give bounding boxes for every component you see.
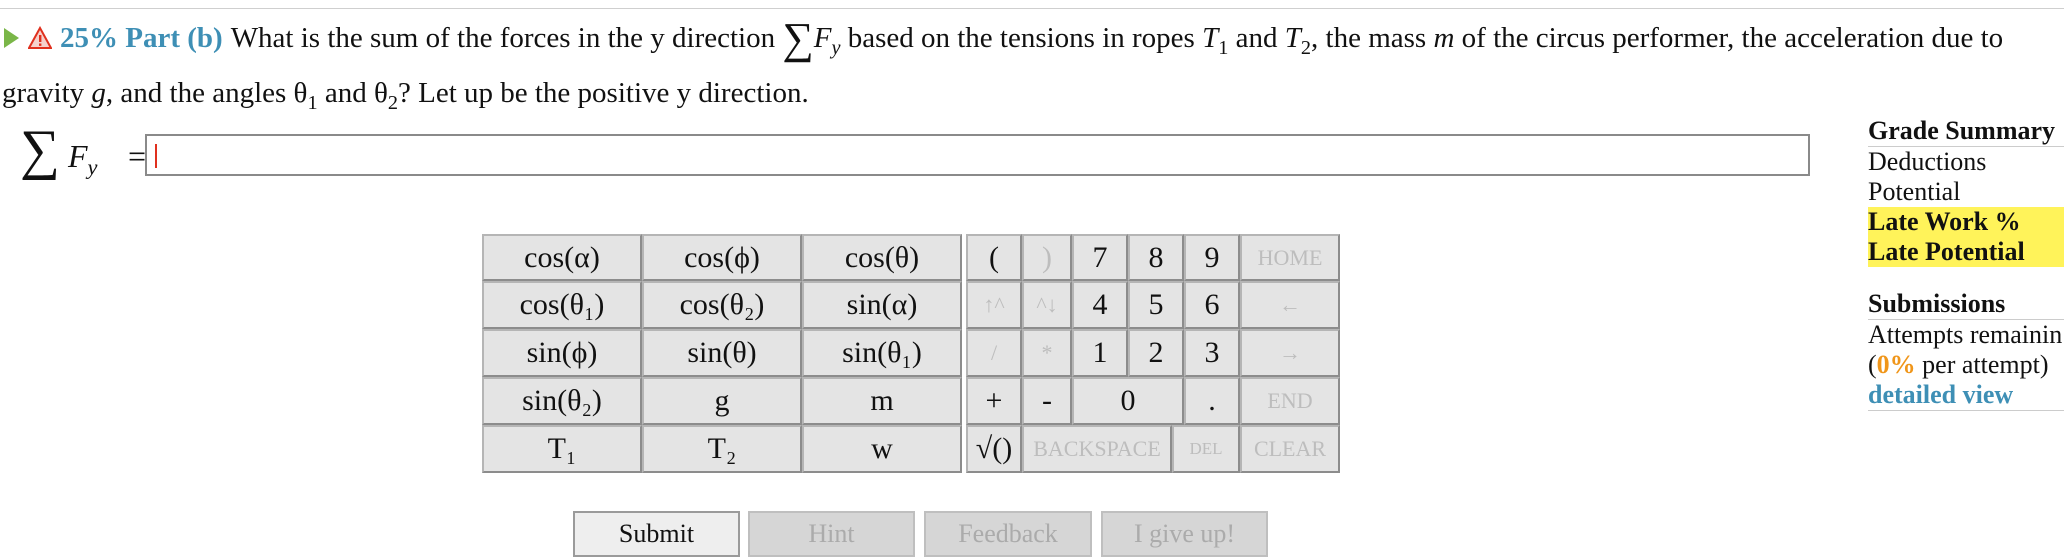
key-g[interactable]: g	[642, 377, 802, 425]
key-sqrt[interactable]: √()	[966, 425, 1022, 473]
key-cos-phi[interactable]: cos(ϕ)	[642, 234, 802, 281]
key-8[interactable]: 8	[1128, 234, 1184, 281]
question-segment: , the mass	[1311, 22, 1427, 54]
detailed-view-link[interactable]: detailed view	[1868, 380, 2064, 411]
key-close-paren[interactable]: )	[1022, 234, 1072, 281]
warning-icon	[27, 19, 53, 64]
key-w[interactable]: w	[802, 425, 962, 473]
key-sin-alpha[interactable]: sin(α)	[802, 281, 962, 329]
fy-label: Fy	[68, 138, 98, 180]
hint-button[interactable]: Hint	[748, 511, 915, 557]
y-subscript: y	[831, 36, 841, 59]
key-4[interactable]: 4	[1072, 281, 1128, 329]
sigma-symbol: ∑	[782, 14, 814, 63]
late-potential-label: Late Potential	[1868, 237, 2064, 267]
subscript: 1	[307, 91, 318, 114]
key-sin-theta1[interactable]: sin(θ₁)	[802, 329, 962, 377]
deductions-label: Deductions	[1868, 147, 1987, 176]
top-divider	[0, 8, 2064, 9]
y-subscript: y	[87, 154, 98, 180]
key-sin-theta2[interactable]: sin(θ₂)	[482, 377, 642, 425]
question-text: 25% Part (b) What is the sum of the force…	[2, 16, 2042, 126]
key-dot[interactable]: .	[1184, 377, 1240, 425]
subscript: 1	[1218, 36, 1229, 59]
key-sin-theta[interactable]: sin(θ)	[642, 329, 802, 377]
answer-input[interactable]	[145, 134, 1810, 176]
attempts-remaining-label: Attempts remainin	[1868, 320, 2063, 349]
key-m[interactable]: m	[802, 377, 962, 425]
key-3[interactable]: 3	[1184, 329, 1240, 377]
force-symbol: F	[813, 22, 832, 54]
key-0[interactable]: 0	[1072, 377, 1184, 425]
key-up-caret[interactable]: ↑^	[966, 281, 1022, 329]
equals-sign: =	[128, 138, 147, 174]
f-symbol: F	[68, 138, 88, 174]
grade-summary-title: Grade Summary	[1868, 116, 2064, 147]
key-6[interactable]: 6	[1184, 281, 1240, 329]
per-attempt-text: per attempt)	[1915, 350, 2049, 379]
key-multiply[interactable]: *	[1022, 329, 1072, 377]
key-open-paren[interactable]: (	[966, 234, 1022, 281]
key-down-caret[interactable]: ^↓	[1022, 281, 1072, 329]
key-divide[interactable]: /	[966, 329, 1022, 377]
question-segment: based on the tensions in ropes	[847, 22, 1195, 54]
submissions-title: Submissions	[1868, 289, 2064, 320]
text-cursor	[155, 144, 157, 168]
key-5[interactable]: 5	[1128, 281, 1184, 329]
key-home[interactable]: HOME	[1240, 234, 1340, 281]
paren: (	[1868, 350, 1877, 379]
part-label: 25% Part (b)	[60, 22, 223, 54]
key-cos-alpha[interactable]: cos(α)	[482, 234, 642, 281]
key-end[interactable]: END	[1240, 377, 1340, 425]
gravity-symbol: g	[91, 76, 106, 109]
feedback-button[interactable]: Feedback	[924, 511, 1092, 557]
question-segment: and	[1235, 22, 1278, 54]
key-backspace[interactable]: BACKSPACE	[1022, 425, 1172, 473]
late-work-label: Late Work %	[1868, 207, 2064, 237]
per-attempt-percent: 0%	[1876, 350, 1916, 379]
tension-symbol: T	[1202, 22, 1219, 54]
key-t1[interactable]: T₁	[482, 425, 642, 473]
key-1[interactable]: 1	[1072, 329, 1128, 377]
key-clear[interactable]: CLEAR	[1240, 425, 1340, 473]
key-t2[interactable]: T₂	[642, 425, 802, 473]
submit-button[interactable]: Submit	[573, 511, 740, 557]
question-segment: , and the angles θ	[105, 76, 308, 109]
key-7[interactable]: 7	[1072, 234, 1128, 281]
per-attempt-label: (0% per attempt)	[1868, 350, 2064, 380]
key-sin-phi[interactable]: sin(ϕ)	[482, 329, 642, 377]
give-up-button[interactable]: I give up!	[1101, 511, 1268, 557]
key-cos-theta2[interactable]: cos(θ₂)	[642, 281, 802, 329]
key-2[interactable]: 2	[1128, 329, 1184, 377]
key-cos-theta[interactable]: cos(θ)	[802, 234, 962, 281]
play-icon[interactable]	[4, 28, 19, 48]
grade-summary-panel: Grade Summary Deductions Potential Late …	[1868, 116, 2064, 411]
question-segment: What is the sum of the forces in the y d…	[230, 22, 776, 54]
key-minus[interactable]: -	[1022, 377, 1072, 425]
tension-symbol: T	[1284, 22, 1301, 54]
subscript: 2	[1300, 36, 1312, 59]
question-segment: and θ	[324, 76, 388, 109]
key-left[interactable]: ←	[1240, 281, 1340, 329]
sigma-symbol: ∑	[20, 119, 60, 181]
key-del[interactable]: DEL	[1172, 425, 1240, 473]
mass-symbol: m	[1433, 22, 1455, 54]
key-9[interactable]: 9	[1184, 234, 1240, 281]
key-cos-theta1[interactable]: cos(θ₁)	[482, 281, 642, 329]
question-segment: ? Let up be the positive y direction.	[397, 76, 809, 109]
subscript: 2	[387, 91, 398, 114]
key-right[interactable]: →	[1240, 329, 1340, 377]
key-plus[interactable]: +	[966, 377, 1022, 425]
potential-label: Potential	[1868, 177, 1961, 206]
